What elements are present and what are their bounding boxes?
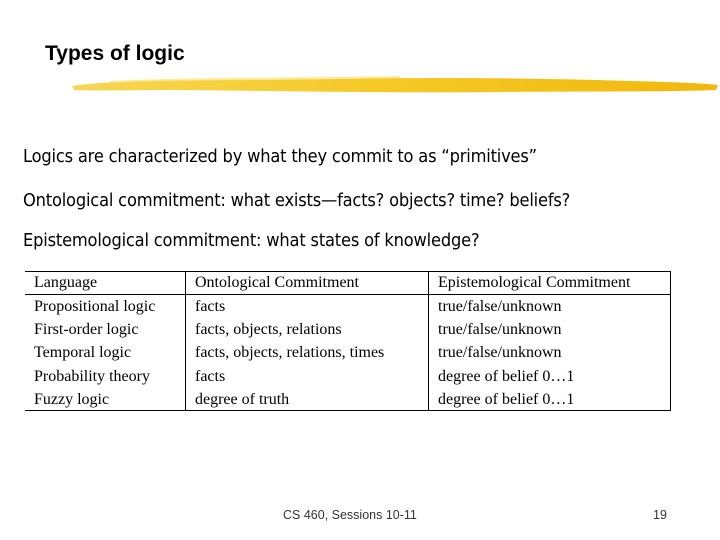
table-cell: true/false/unknown — [438, 344, 562, 362]
table-cell: First-order logic — [34, 321, 139, 339]
table-cell: facts, objects, relations — [195, 321, 342, 339]
table-cell: facts — [195, 367, 226, 385]
table-cell: Temporal logic — [34, 344, 132, 362]
table-cell: Propositional logic — [34, 298, 156, 315]
table-cell: facts — [195, 298, 226, 315]
column-epistemological: Epistemological Commitment true/false/un… — [428, 272, 670, 410]
bullet-primitives: Logics are characterized by what they co… — [23, 147, 537, 167]
slide-title: Types of logic — [45, 42, 185, 65]
footer-course: CS 460, Sessions 10-11 — [283, 508, 417, 522]
page-number: 19 — [653, 508, 667, 522]
table-cell: degree of belief 0…1 — [438, 367, 575, 385]
table-cell: facts, objects, relations, times — [195, 344, 385, 362]
table-header: Language — [25, 272, 185, 295]
table-cell: degree of belief 0…1 — [438, 390, 575, 408]
table-header: Ontological Commitment — [186, 272, 429, 295]
logic-types-table: Language Propositional logic First-order… — [25, 271, 671, 411]
table-cell: true/false/unknown — [438, 298, 562, 315]
highlighter-stroke-decoration — [72, 76, 718, 93]
bullet-epistemological: Epistemological commitment: what states … — [23, 231, 480, 251]
column-ontological: Ontological Commitment facts facts, obje… — [185, 272, 429, 410]
bullet-ontological: Ontological commitment: what exists—fact… — [23, 191, 571, 211]
table-cell: Probability theory — [34, 367, 150, 385]
table-cell: true/false/unknown — [438, 321, 562, 339]
table-cell: Fuzzy logic — [34, 390, 110, 408]
column-language: Language Propositional logic First-order… — [25, 272, 185, 410]
table-header: Epistemological Commitment — [429, 272, 670, 295]
table-cell: degree of truth — [195, 390, 290, 408]
